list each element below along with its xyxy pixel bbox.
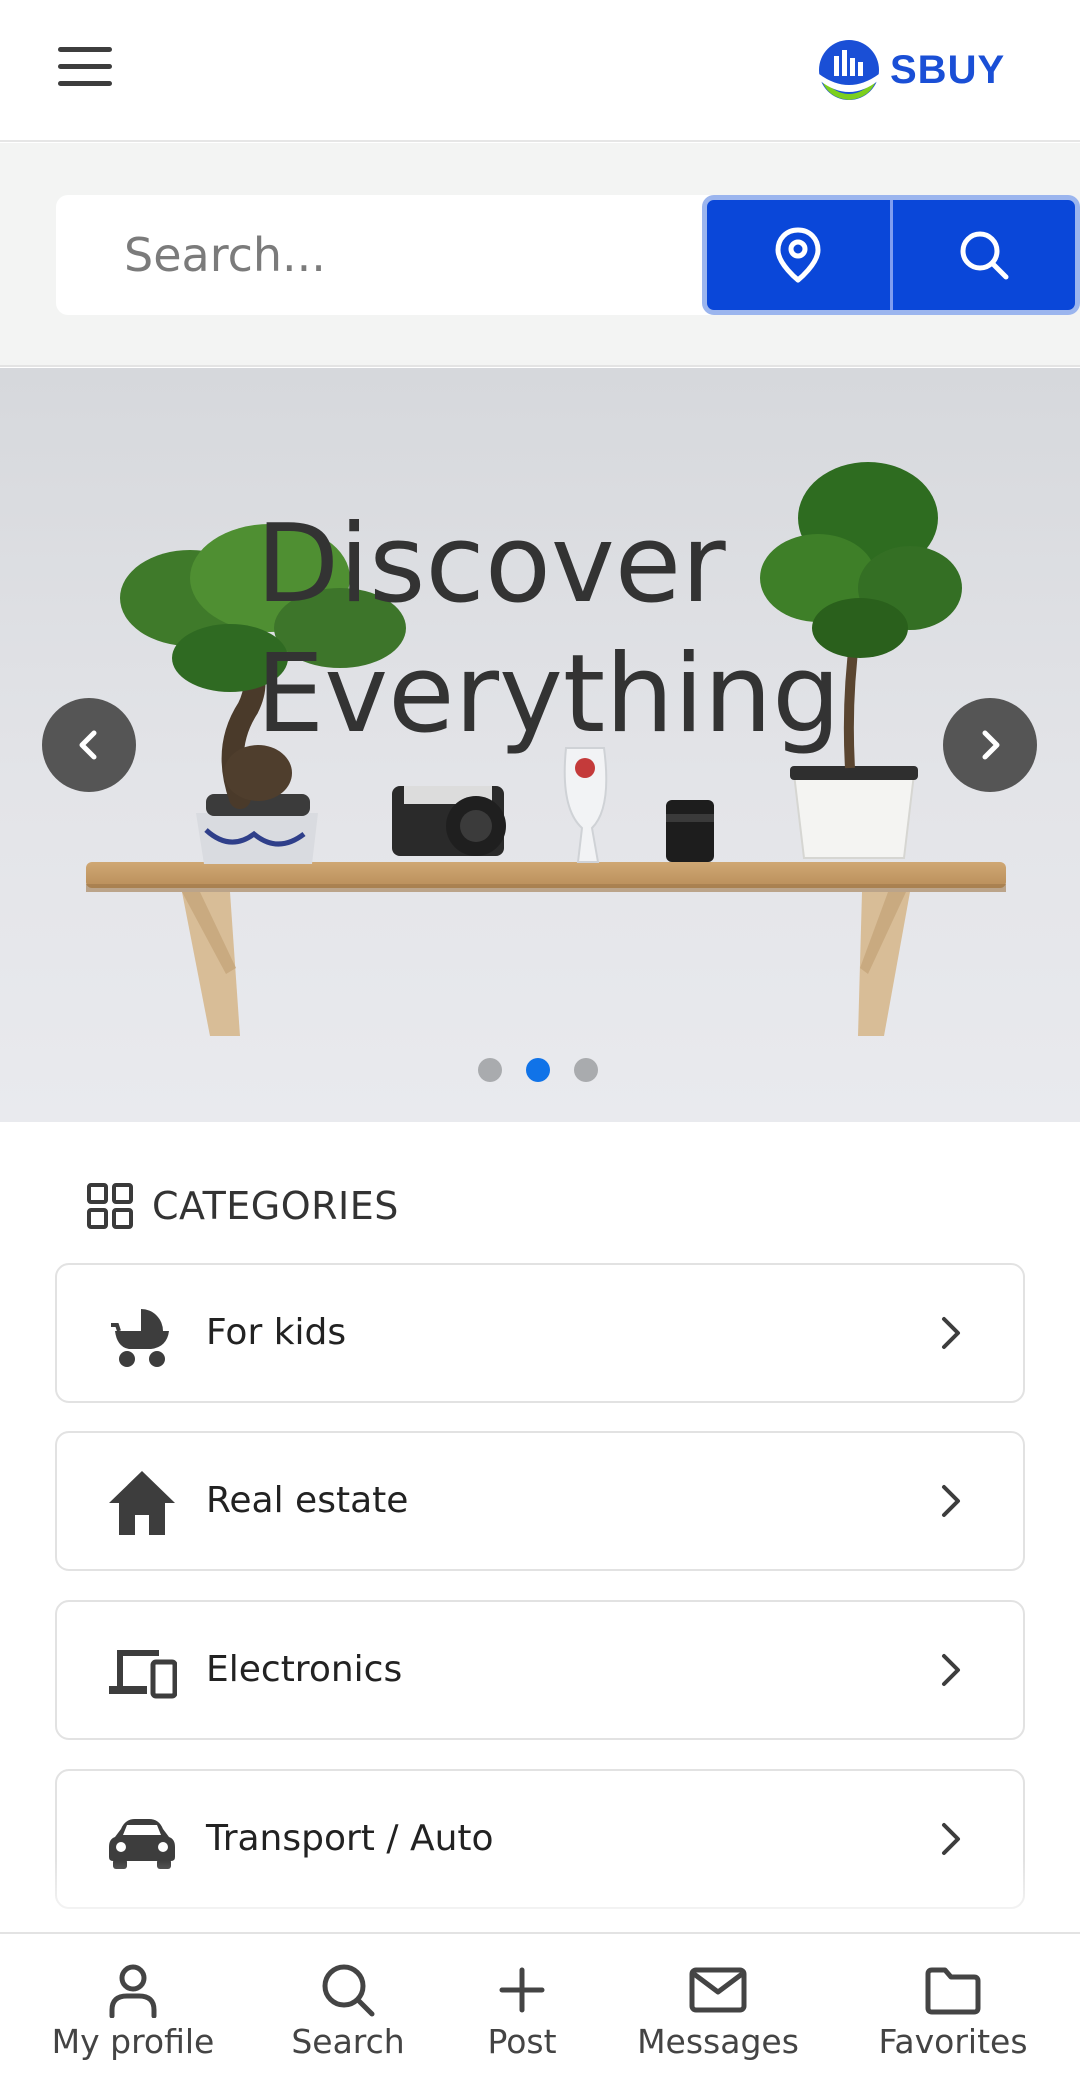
stroller-icon: [111, 1309, 169, 1367]
app-header: SBUY: [0, 0, 1080, 142]
search-button[interactable]: [893, 200, 1076, 310]
category-item-real-estate[interactable]: Real estate: [55, 1431, 1025, 1571]
search-box: [56, 195, 1080, 315]
house-icon: [109, 1471, 175, 1535]
search-icon: [960, 231, 1009, 280]
category-label: Real estate: [206, 1480, 409, 1521]
carousel-dot-2[interactable]: [526, 1058, 550, 1082]
carousel-dot-1[interactable]: [478, 1058, 502, 1082]
logo[interactable]: SBUY: [816, 38, 1005, 102]
hero-headline: Discover Everything: [256, 500, 896, 760]
hero-headline-line2: Everything: [256, 632, 841, 757]
category-label: Transport / Auto: [206, 1818, 494, 1859]
nav-label: Post: [487, 2022, 557, 2061]
car-icon: [109, 1819, 175, 1869]
search-button-group: [702, 195, 1080, 315]
chevron-right-icon: [942, 1485, 960, 1517]
nav-my-profile[interactable]: My profile: [38, 1934, 228, 2083]
nav-messages[interactable]: Messages: [628, 1934, 808, 2083]
search-input[interactable]: [56, 195, 701, 315]
logo-text: SBUY: [890, 47, 1006, 92]
carousel-indicators: [478, 1058, 598, 1082]
envelope-icon: [689, 1967, 747, 2013]
nav-post[interactable]: Post: [462, 1934, 582, 2083]
category-item-electronics[interactable]: Electronics: [55, 1600, 1025, 1740]
grid-icon: [87, 1183, 133, 1229]
chevron-right-icon: [982, 730, 1000, 760]
bottom-navigation: My profile Search Post Messages Favorite…: [0, 1932, 1080, 2083]
category-label: For kids: [206, 1312, 347, 1353]
categories-heading: CATEGORIES: [86, 1180, 399, 1232]
hero-carousel: Discover Everything: [0, 368, 1080, 1122]
hamburger-icon[interactable]: [58, 46, 112, 86]
category-label: Electronics: [206, 1649, 403, 1690]
plus-icon: [499, 1967, 545, 2013]
chevron-right-icon: [942, 1317, 960, 1349]
logo-mark-icon: [819, 40, 879, 100]
carousel-next-button[interactable]: [943, 698, 1037, 792]
chevron-right-icon: [942, 1823, 960, 1855]
nav-favorites[interactable]: Favorites: [872, 1934, 1034, 2083]
nav-label: Favorites: [878, 2022, 1028, 2061]
search-area: [0, 143, 1080, 367]
nav-label: My profile: [51, 2022, 215, 2061]
devices-icon: [109, 1650, 177, 1699]
category-item-transport-auto[interactable]: Transport / Auto: [55, 1769, 1025, 1909]
nav-label: Search: [291, 2022, 405, 2061]
carousel-prev-button[interactable]: [42, 698, 136, 792]
location-pin-icon: [775, 227, 821, 283]
category-item-for-kids[interactable]: For kids: [55, 1263, 1025, 1403]
nav-search[interactable]: Search: [268, 1934, 428, 2083]
nav-label: Messages: [637, 2022, 799, 2061]
user-icon: [109, 1964, 157, 2018]
chevron-right-icon: [942, 1654, 960, 1686]
categories-title: CATEGORIES: [152, 1184, 399, 1228]
folder-icon: [925, 1967, 981, 2015]
carousel-dot-3[interactable]: [574, 1058, 598, 1082]
location-button[interactable]: [707, 200, 890, 310]
chevron-left-icon: [79, 730, 97, 760]
search-icon: [322, 1964, 375, 2017]
hero-headline-line1: Discover: [256, 502, 726, 627]
